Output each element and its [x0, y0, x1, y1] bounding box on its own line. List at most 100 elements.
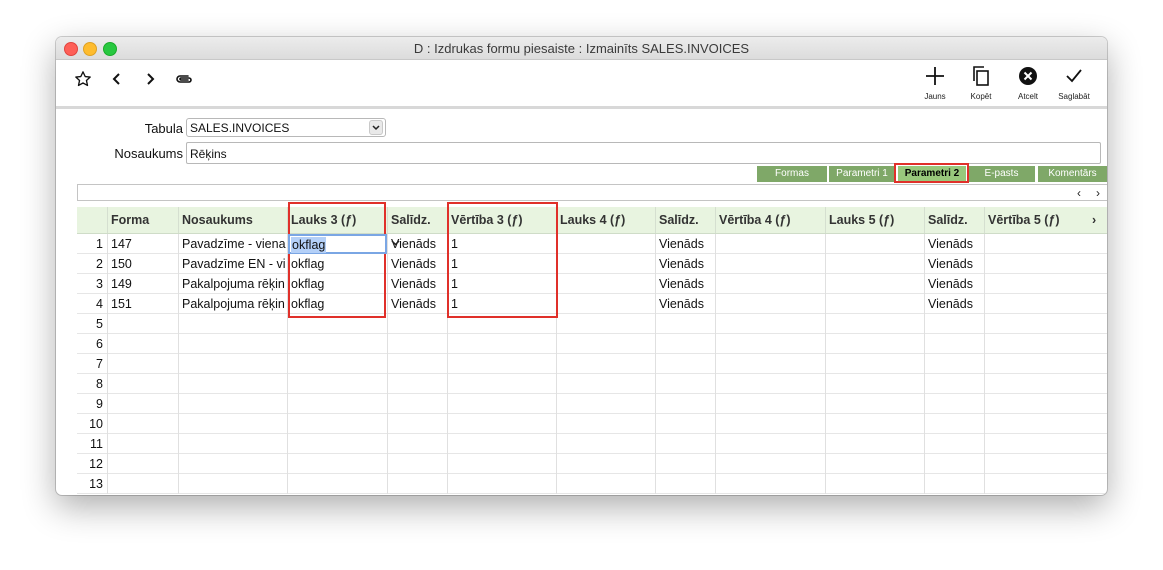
cell-lauks-5[interactable] — [825, 254, 924, 274]
table-row[interactable]: 5 — [77, 314, 1107, 334]
cell-vertiba-5[interactable] — [984, 414, 1107, 434]
cell-vertiba-5[interactable] — [984, 274, 1107, 294]
cell-lauks-3[interactable] — [287, 474, 387, 494]
cell-lauks-4[interactable] — [556, 454, 655, 474]
cell-vertiba-4[interactable] — [715, 334, 825, 354]
cell-lauks-4[interactable] — [556, 474, 655, 494]
column-header-nosaukums[interactable]: Nosaukums — [178, 207, 287, 233]
cell-lauks-3[interactable]: okflag — [287, 294, 387, 314]
cell-vertiba-3[interactable]: 1 — [447, 254, 556, 274]
cell-vertiba-4[interactable] — [715, 354, 825, 374]
cell-salidz-3[interactable] — [387, 334, 447, 354]
cell-lauks-4[interactable] — [556, 294, 655, 314]
cell-lauks-4[interactable] — [556, 274, 655, 294]
cell-lauks-4[interactable] — [556, 374, 655, 394]
cell-salidz-4[interactable] — [655, 374, 715, 394]
cell-salidz-4[interactable] — [655, 394, 715, 414]
cell-lauks-5[interactable] — [825, 234, 924, 254]
cell-vertiba-5[interactable] — [984, 254, 1107, 274]
table-row[interactable]: 11 — [77, 434, 1107, 454]
cell-salidz-3[interactable] — [387, 374, 447, 394]
cell-vertiba-5[interactable] — [984, 474, 1107, 494]
cell-vertiba-5[interactable] — [984, 334, 1107, 354]
cell-lauks-4[interactable] — [556, 434, 655, 454]
name-field[interactable]: Rēķins — [186, 142, 1101, 164]
cell-vertiba-3[interactable]: 1 — [447, 234, 556, 254]
cell-lauks-5[interactable] — [825, 354, 924, 374]
cell-nosaukums[interactable] — [178, 374, 287, 394]
cell-vertiba-5[interactable] — [984, 354, 1107, 374]
cell-salidz-3[interactable] — [387, 354, 447, 374]
cell-salidz-5[interactable] — [924, 314, 984, 334]
cell-salidz-4[interactable] — [655, 454, 715, 474]
cell-lauks-5[interactable] — [825, 334, 924, 354]
cell-salidz-4[interactable] — [655, 414, 715, 434]
more-columns-icon[interactable]: › — [1089, 207, 1107, 233]
cell-lauks-3[interactable] — [287, 454, 387, 474]
cell-salidz-5[interactable] — [924, 354, 984, 374]
column-header-lauks-3[interactable]: Lauks 3 (ƒ) — [287, 207, 387, 233]
cell-salidz-4[interactable] — [655, 434, 715, 454]
cell-nosaukums[interactable] — [178, 394, 287, 414]
cell-vertiba-4[interactable] — [715, 374, 825, 394]
horizontal-scroll-strip[interactable]: ‹ › — [77, 184, 1107, 201]
cell-lauks-5[interactable] — [825, 474, 924, 494]
cell-vertiba-5[interactable] — [984, 394, 1107, 414]
cell-lauks-5[interactable] — [825, 314, 924, 334]
cell-lauks-4[interactable] — [556, 354, 655, 374]
cell-vertiba-5[interactable] — [984, 314, 1107, 334]
cell-lauks-5[interactable] — [825, 414, 924, 434]
cell-lauks-4[interactable] — [556, 254, 655, 274]
table-select[interactable]: SALES.INVOICES — [186, 118, 386, 137]
column-header-salidz-5[interactable]: Salīdz. — [924, 207, 984, 233]
table-row[interactable]: 8 — [77, 374, 1107, 394]
cell-lauks-5[interactable] — [825, 374, 924, 394]
cell-vertiba-4[interactable] — [715, 474, 825, 494]
column-header-vertiba-4[interactable]: Vērtība 4 (ƒ) — [715, 207, 825, 233]
cell-dropdown-chevron-down-icon[interactable] — [391, 236, 400, 253]
cell-vertiba-4[interactable] — [715, 234, 825, 254]
cell-vertiba-5[interactable] — [984, 434, 1107, 454]
cell-vertiba-3[interactable] — [447, 414, 556, 434]
cell-vertiba-4[interactable] — [715, 254, 825, 274]
cell-vertiba-3[interactable] — [447, 474, 556, 494]
cell-forma[interactable] — [107, 374, 178, 394]
cell-salidz-4[interactable]: Vienāds — [655, 254, 715, 274]
cell-salidz-4[interactable]: Vienāds — [655, 274, 715, 294]
cell-forma[interactable] — [107, 434, 178, 454]
tab-e-pasts[interactable]: E-pasts — [968, 166, 1035, 182]
cell-forma[interactable]: 150 — [107, 254, 178, 274]
cell-salidz-3[interactable] — [387, 434, 447, 454]
cell-salidz-5[interactable]: Vienāds — [924, 234, 984, 254]
cell-nosaukums[interactable] — [178, 434, 287, 454]
cell-vertiba-5[interactable] — [984, 234, 1107, 254]
cell-forma[interactable] — [107, 354, 178, 374]
copy-button[interactable]: Kopēt — [959, 66, 1003, 101]
scroll-left-icon[interactable]: ‹ — [1077, 186, 1081, 200]
cell-forma[interactable]: 151 — [107, 294, 178, 314]
cell-salidz-5[interactable] — [924, 414, 984, 434]
cell-vertiba-4[interactable] — [715, 294, 825, 314]
cell-salidz-5[interactable] — [924, 454, 984, 474]
cell-salidz-5[interactable]: Vienāds — [924, 254, 984, 274]
cell-vertiba-3[interactable] — [447, 374, 556, 394]
cell-salidz-3[interactable] — [387, 474, 447, 494]
cell-forma[interactable] — [107, 454, 178, 474]
column-header-vertiba-5[interactable]: Vērtība 5 (ƒ) — [984, 207, 1089, 233]
table-row[interactable]: 3 149 Pakalpojuma rēķin okflag Vienāds 1 Vienā… — [77, 274, 1107, 294]
table-row[interactable]: 6 — [77, 334, 1107, 354]
cell-salidz-5[interactable] — [924, 334, 984, 354]
tab-formas[interactable]: Formas — [757, 166, 827, 182]
cell-forma[interactable]: 147 — [107, 234, 178, 254]
cell-lauks-5[interactable] — [825, 394, 924, 414]
cell-lauks-3[interactable] — [287, 414, 387, 434]
column-header-salidz-4[interactable]: Salīdz. — [655, 207, 715, 233]
cell-salidz-3[interactable] — [387, 454, 447, 474]
cell-vertiba-3[interactable] — [447, 434, 556, 454]
cell-vertiba-4[interactable] — [715, 314, 825, 334]
cell-nosaukums[interactable] — [178, 354, 287, 374]
cell-lauks-4[interactable] — [556, 414, 655, 434]
cell-nosaukums[interactable]: Pakalpojuma rēķin — [178, 274, 287, 294]
cell-vertiba-4[interactable] — [715, 454, 825, 474]
column-header-lauks-4[interactable]: Lauks 4 (ƒ) — [556, 207, 655, 233]
